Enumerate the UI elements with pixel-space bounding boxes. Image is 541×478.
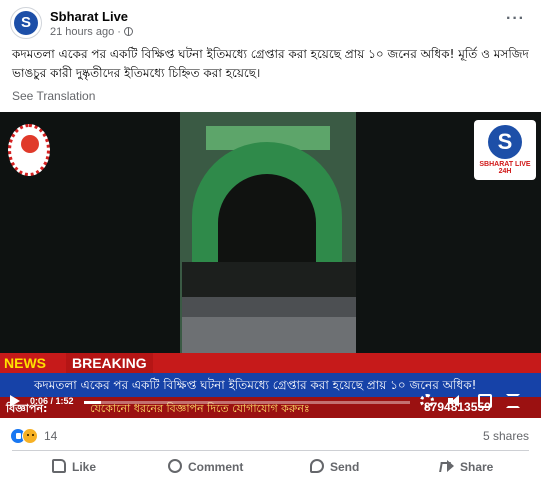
like-label: Like <box>72 460 97 474</box>
fullscreen-icon[interactable] <box>506 394 520 408</box>
like-button[interactable]: Like <box>52 455 96 478</box>
post-timestamp[interactable]: 21 hours ago <box>50 26 114 38</box>
comment-button[interactable]: Comment <box>168 455 243 478</box>
thumbs-up-icon <box>52 459 66 473</box>
progress-fill <box>84 401 102 404</box>
page-avatar[interactable]: S <box>10 7 42 39</box>
globe-icon[interactable] <box>123 27 133 36</box>
channel-logo: S SBHARAT LIVE 24H <box>474 120 536 180</box>
comment-label: Comment <box>188 460 244 474</box>
divider <box>12 450 529 451</box>
post-caption: কদমতলা একের পর একটি বিক্ষিপ্ত ঘটনা ইতিমধ… <box>12 47 529 80</box>
play-icon[interactable] <box>10 395 20 407</box>
share-count[interactable]: 5 shares <box>483 429 529 443</box>
see-translation-link[interactable]: See Translation <box>12 89 95 103</box>
floor <box>182 317 357 355</box>
send-button[interactable]: Send <box>310 455 359 478</box>
deity-logo <box>8 124 50 176</box>
avatar-letter: S <box>20 14 31 31</box>
volume-icon[interactable] <box>448 394 462 408</box>
send-label: Send <box>330 460 360 474</box>
video-player[interactable]: S SBHARAT LIVE 24H NEWS BREAKING কদমতলা … <box>0 112 541 418</box>
channel-logo-brand: SBHARAT LIVE 24H <box>479 161 531 175</box>
news-tag: NEWS <box>4 355 46 371</box>
post-meta: 21 hours ago · <box>50 26 133 38</box>
video-frame: S SBHARAT LIVE 24H <box>0 112 541 355</box>
share-label: Share <box>460 460 494 474</box>
share-button[interactable]: Share <box>440 455 493 478</box>
video-time: 0:06 / 1:52 <box>30 396 74 406</box>
more-options-button[interactable]: ··· <box>506 10 525 28</box>
progress-bar[interactable] <box>84 401 410 404</box>
messenger-icon <box>310 459 324 473</box>
channel-logo-letter: S <box>497 129 513 154</box>
reaction-count[interactable]: 14 <box>44 429 57 443</box>
meta-separator: · <box>117 26 121 38</box>
share-arrow-icon <box>440 459 454 473</box>
deity-logo-emblem <box>21 135 39 153</box>
breaking-label: BREAKING <box>66 353 153 373</box>
settings-gear-icon[interactable] <box>420 394 434 408</box>
page-name[interactable]: Sbharat Live <box>50 9 128 24</box>
comment-bubble-icon <box>168 459 182 473</box>
facebook-post: S Sbharat Live 21 hours ago · ··· কদমতলা … <box>0 0 541 478</box>
picture-in-picture-icon[interactable] <box>478 394 492 408</box>
sad-icon <box>22 428 38 444</box>
post-header: S Sbharat Live 21 hours ago · ··· <box>0 0 541 44</box>
headline-text: কদমতলা একের পর একটি বিক্ষিপ্ত ঘটনা ইতিমধ… <box>34 378 477 392</box>
